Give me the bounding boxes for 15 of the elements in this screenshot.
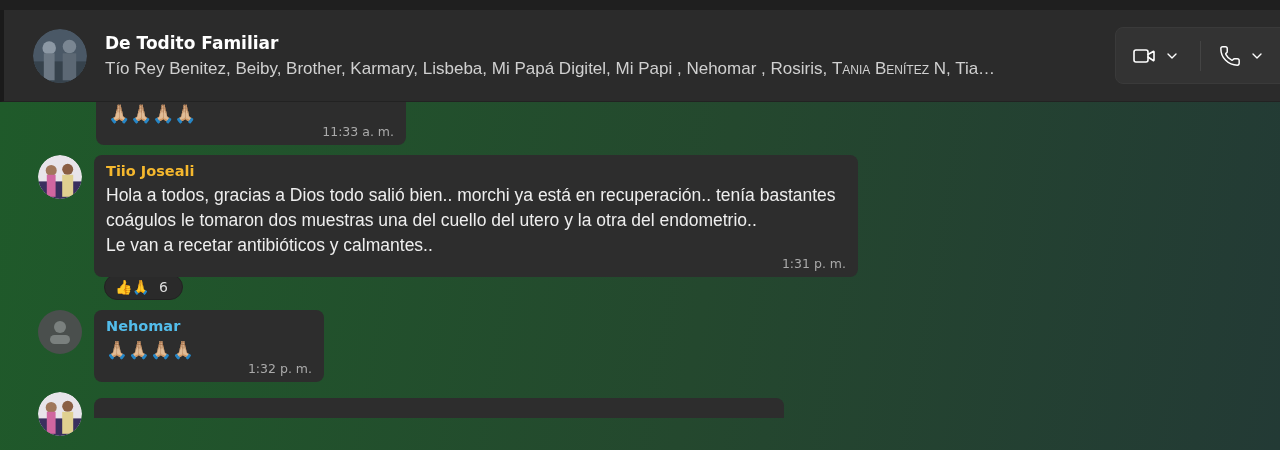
message-time: 1:31 p. m. [781, 256, 846, 271]
message-time: 1:32 p. m. [247, 361, 312, 376]
reaction-emojis: 👍🙏 [115, 279, 149, 295]
message-time: 11:33 a. m. [322, 124, 394, 139]
message-text: 🙏🏼🙏🏼🙏🏼🙏🏼 [108, 102, 197, 126]
sender-name: Nehomar [106, 318, 182, 334]
phone-icon [1219, 44, 1241, 67]
message-text: Hola a todos, gracias a Dios todo salió bien.. morchi ya está en recuperación.. tenía bastantes coágulos le tomaron dos muestras una del cuello del utero y la otra del endometrio.. [106, 184, 837, 232]
participants-list: Tío Rey Benitez, Beiby, Brother, Karmary, Lisbeba, Mi Papá Digitel, Mi Papi , Nehomar , Rosiris, Tania Benítez N, Tia… [105, 58, 1097, 79]
message-text: 🙏🏼🙏🏼🙏🏼🙏🏼 [106, 339, 195, 362]
sender-name: Tiio Joseali [106, 163, 196, 179]
default-avatar-icon [38, 310, 82, 354]
reaction-count: 6 [159, 279, 168, 295]
message-text: Le van a recetar antibióticos y calmantes.. [106, 234, 434, 257]
group-title: De Todito Familiar [105, 32, 280, 53]
